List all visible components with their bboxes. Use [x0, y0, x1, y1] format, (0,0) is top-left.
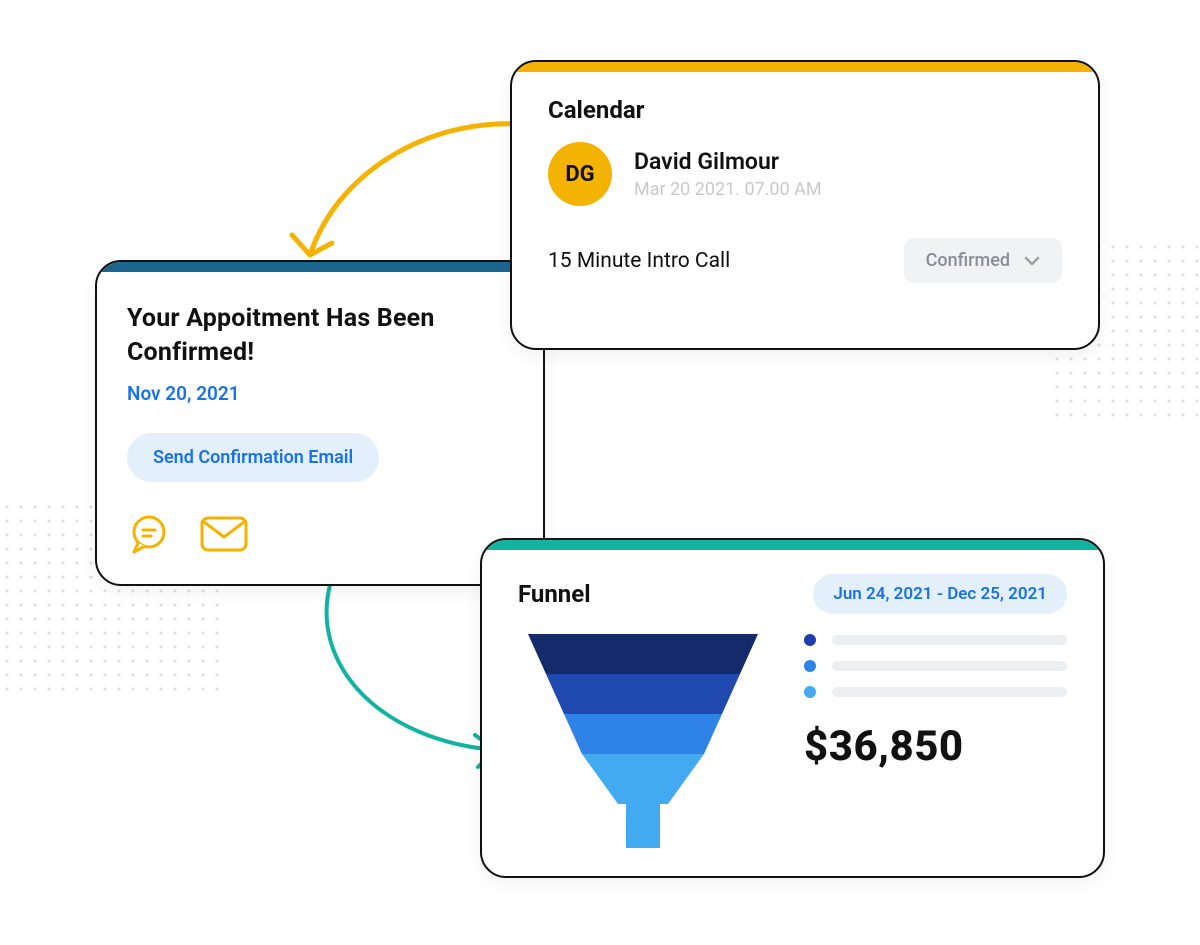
card-accent-bar	[482, 540, 1103, 550]
funnel-card: Funnel Jun 24, 2021 - Dec 25, 2021	[480, 538, 1105, 878]
status-dropdown[interactable]: Confirmed	[904, 238, 1062, 283]
date-range-picker[interactable]: Jun 24, 2021 - Dec 25, 2021	[813, 574, 1067, 614]
appointment-datetime: Mar 20 2021. 07.00 AM	[634, 179, 822, 200]
arrow-calendar-to-appointment	[280, 105, 540, 275]
appointment-title: Your Appoitment Has Been Confirmed!	[127, 302, 513, 370]
legend-dot-icon	[804, 686, 816, 698]
legend-placeholder-bar	[832, 661, 1067, 671]
call-type-label: 15 Minute Intro Call	[548, 249, 730, 273]
chevron-down-icon	[1024, 250, 1040, 271]
chat-icon[interactable]	[127, 512, 171, 556]
funnel-total-amount: $36,850	[804, 722, 1067, 771]
legend-placeholder-bar	[832, 687, 1067, 697]
funnel-title: Funnel	[518, 580, 591, 608]
calendar-title: Calendar	[548, 96, 1062, 124]
card-accent-bar	[512, 62, 1098, 72]
card-accent-bar	[97, 262, 543, 272]
legend-dot-icon	[804, 660, 816, 672]
send-confirmation-email-button[interactable]: Send Confirmation Email	[127, 433, 379, 482]
legend-item	[804, 660, 1067, 672]
calendar-card: Calendar DG David Gilmour Mar 20 2021. 0…	[510, 60, 1100, 350]
funnel-chart	[518, 626, 768, 861]
legend-item	[804, 686, 1067, 698]
legend-dot-icon	[804, 634, 816, 646]
avatar: DG	[548, 142, 612, 206]
appointment-card: Your Appoitment Has Been Confirmed! Nov …	[95, 260, 545, 586]
legend-placeholder-bar	[832, 635, 1067, 645]
contact-name: David Gilmour	[634, 148, 822, 175]
appointment-date: Nov 20, 2021	[127, 382, 513, 405]
mail-icon[interactable]	[199, 515, 249, 553]
status-label: Confirmed	[926, 250, 1010, 271]
legend-item	[804, 634, 1067, 646]
